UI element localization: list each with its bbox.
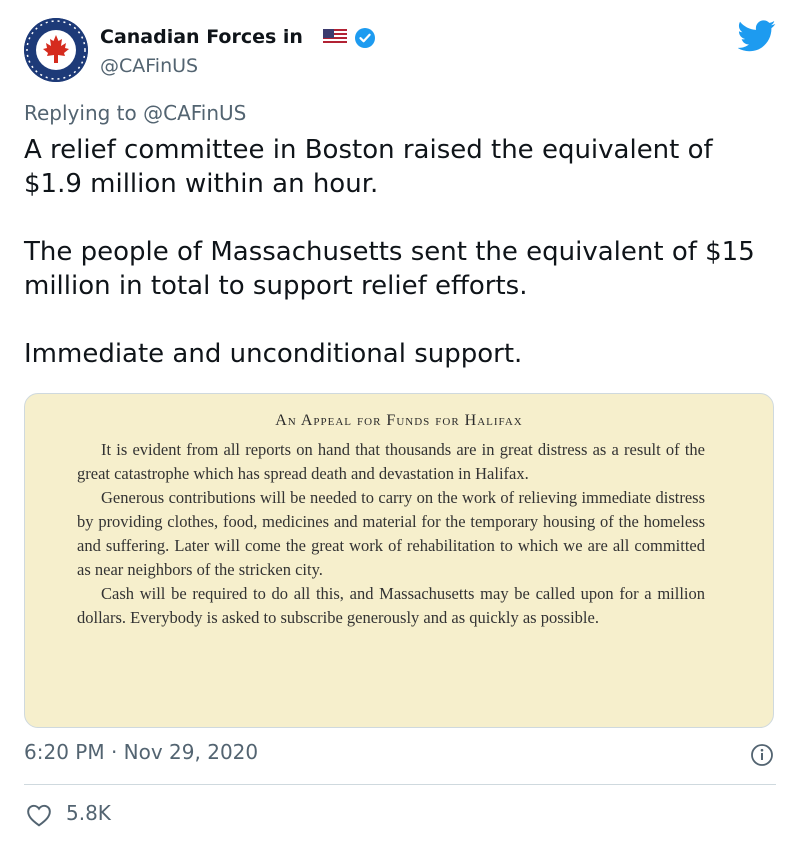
tweet-paragraph: Immediate and unconditional support.: [24, 339, 523, 369]
tweet-paragraph: The people of Massachusetts sent the equ…: [24, 237, 755, 301]
document-paragraph: Generous contributions will be needed to…: [77, 488, 705, 579]
document-body: It is evident from all reports on hand t…: [77, 438, 705, 630]
info-icon[interactable]: [750, 743, 774, 771]
heart-icon[interactable]: [26, 803, 52, 831]
timestamp[interactable]: 6:20 PM · Nov 29, 2020: [24, 740, 258, 764]
us-flag-icon: [323, 29, 347, 49]
like-count: 5.8K: [66, 801, 111, 825]
tweet-text: A relief committee in Boston raised the …: [24, 133, 776, 405]
document-paragraph: Cash will be required to do all this, an…: [77, 584, 705, 627]
user-handle[interactable]: @CAFinUS: [100, 55, 198, 77]
verified-badge-icon: [354, 27, 376, 53]
replying-to[interactable]: Replying to @CAFinUS: [24, 101, 246, 125]
tweet-paragraph: A relief committee in Boston raised the …: [24, 135, 713, 199]
avatar[interactable]: [24, 18, 88, 82]
document-title: An Appeal for Funds for Halifax: [275, 412, 523, 429]
twitter-logo-icon[interactable]: [737, 20, 776, 56]
attached-image[interactable]: An Appeal for Funds for Halifax It is ev…: [24, 393, 774, 728]
display-name[interactable]: Canadian Forces in: [100, 26, 303, 48]
document-paragraph: It is evident from all reports on hand t…: [77, 440, 705, 483]
divider: [24, 784, 776, 785]
